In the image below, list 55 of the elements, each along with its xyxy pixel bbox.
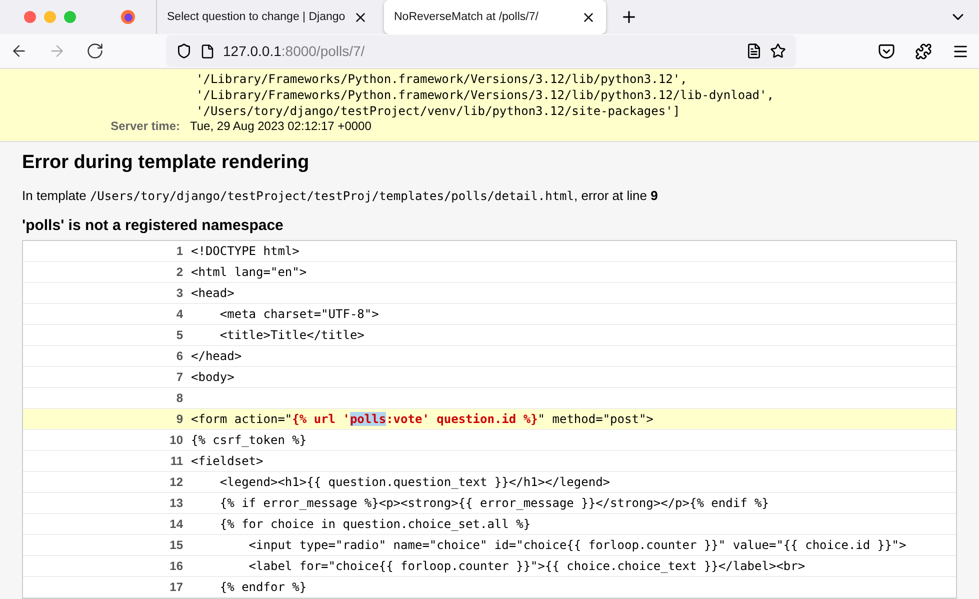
reload-icon[interactable] bbox=[86, 42, 104, 60]
code-line: <form action="{% url 'polls:vote' question.id %}" method="post"> bbox=[191, 412, 654, 426]
line-number: 2 bbox=[175, 265, 184, 279]
bookmark-star-icon[interactable] bbox=[770, 43, 786, 59]
path-line: '/Library/Frameworks/Python.framework/Versions/3.12/lib/python3.12', bbox=[195, 71, 688, 87]
browser-logo-icon bbox=[120, 9, 136, 25]
section-heading: Error during template rendering bbox=[22, 152, 310, 174]
new-tab-icon[interactable] bbox=[620, 8, 638, 26]
code-line: <html lang="en"> bbox=[191, 265, 307, 279]
extensions-icon[interactable] bbox=[915, 42, 932, 60]
error-message: 'polls' is not a registered namespace bbox=[22, 217, 284, 234]
line-number: 13 bbox=[168, 496, 184, 510]
line-number: 17 bbox=[168, 580, 184, 594]
code-line: <meta charset="UTF-8"> bbox=[218, 307, 379, 321]
browser-tab[interactable]: NoReverseMatch at /polls/7/ bbox=[384, 0, 606, 34]
code-line: {% for choice in question.choice_set.all %} bbox=[218, 517, 531, 531]
line-number: 11 bbox=[169, 454, 184, 468]
code-line: <fieldset> bbox=[191, 454, 264, 468]
line-number: 6 bbox=[175, 349, 184, 363]
line-number: 3 bbox=[175, 286, 184, 300]
line-number: 15 bbox=[168, 538, 184, 552]
code-line: <!DOCTYPE html> bbox=[191, 244, 300, 258]
path-line: '/Library/Frameworks/Python.framework/Versions/3.12/lib/python3.12/lib-dynload', bbox=[195, 87, 775, 103]
server-time-label: Server time: bbox=[110, 119, 180, 133]
tab-title: NoReverseMatch at /polls/7/ bbox=[394, 11, 540, 23]
shield-icon[interactable] bbox=[176, 43, 192, 59]
line-number: 7 bbox=[175, 370, 184, 384]
code-line: <head> bbox=[191, 286, 234, 300]
code-line: <title>Title</title> bbox=[218, 328, 364, 342]
code-line: {% if error_message %}<p><strong>{{ error_message }}</strong></p>{% endif %} bbox=[218, 496, 769, 510]
code-line: </head> bbox=[191, 349, 242, 363]
code-line: <body> bbox=[191, 370, 234, 384]
line-number: 4 bbox=[175, 307, 184, 321]
code-line: <label for="choice{{ forloop.counter }}">{{ choice.choice_text }}</label><br> bbox=[248, 559, 806, 573]
line-number: 8 bbox=[175, 391, 184, 405]
server-time-value: Tue, 29 Aug 2023 02:12:17 +0000 bbox=[190, 119, 372, 133]
line-number: 12 bbox=[168, 475, 184, 489]
pocket-icon[interactable] bbox=[878, 42, 895, 60]
reader-view-icon[interactable] bbox=[746, 43, 762, 59]
line-number: 16 bbox=[168, 559, 184, 573]
page-icon bbox=[200, 44, 215, 58]
tab-title: Select question to change | Django bbox=[167, 11, 346, 23]
code-line: {% endfor %} bbox=[218, 580, 307, 594]
path-line: '/Users/tory/django/testProject/venv/lib/python3.12/site-packages'] bbox=[195, 103, 682, 119]
line-number: 5 bbox=[175, 328, 184, 342]
back-icon[interactable] bbox=[10, 42, 28, 60]
line-number: 1 bbox=[175, 244, 184, 258]
line-number: 14 bbox=[168, 517, 184, 531]
template-error-text: In template /Users/tory/django/testProject/testProj/templates/polls/detail.html, error at line 9 bbox=[22, 188, 659, 203]
code-line: <input type="radio" name="choice" id="choice{{ forloop.counter }}" value="{{ choice.id }}"> bbox=[248, 538, 906, 552]
line-number: 10 bbox=[168, 433, 184, 447]
address-bar[interactable]: 127.0.0.1:8000/polls/7/ bbox=[166, 35, 796, 67]
code-line: <legend><h1>{{ question.question_text }}</h1></legend> bbox=[218, 475, 610, 489]
code-line: {% csrf_token %} bbox=[191, 433, 307, 447]
line-number: 9 bbox=[175, 412, 184, 426]
